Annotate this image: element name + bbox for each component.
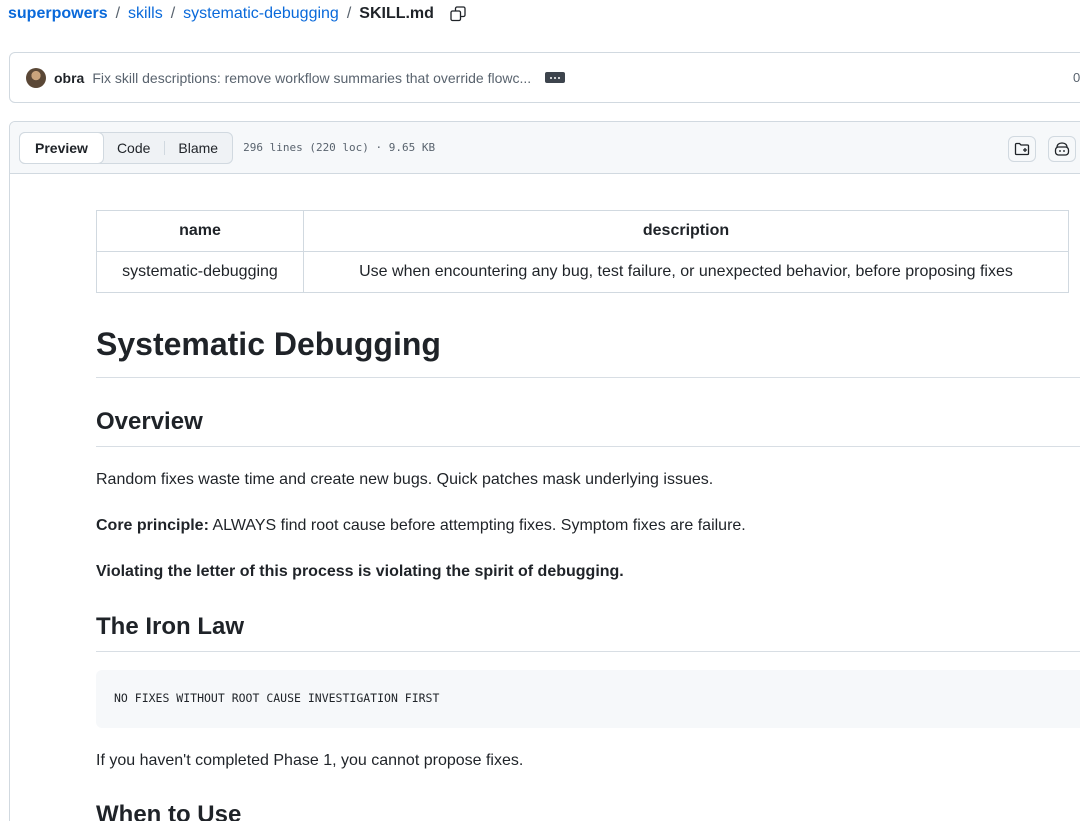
breadcrumb-repo-link[interactable]: superpowers: [8, 5, 108, 23]
core-principle-paragraph: Core principle: ALWAYS find root cause b…: [96, 514, 746, 538]
page-title: Systematic Debugging: [96, 326, 441, 362]
tab-preview[interactable]: Preview: [19, 131, 104, 164]
file-stats: 296 lines (220 loc) · 9.65 KB: [243, 141, 436, 154]
core-principle-label: Core principle:: [96, 517, 209, 534]
heading-divider: [96, 377, 1080, 378]
avatar[interactable]: [26, 67, 46, 88]
breadcrumb-skills-link[interactable]: skills: [128, 5, 163, 23]
breadcrumb: superpowers / skills / systematic-debugg…: [8, 3, 468, 25]
view-mode-switcher: Preview Code Blame: [19, 131, 234, 164]
table-cell: Use when encountering any bug, test fail…: [303, 251, 1069, 293]
heading-when-to-use: When to Use: [96, 801, 242, 821]
breadcrumb-separator: /: [346, 5, 352, 22]
violation-paragraph: Violating the letter of this process is …: [96, 563, 624, 580]
latest-commit-bar: obra Fix skill descriptions: remove work…: [9, 52, 1080, 103]
core-principle-text: ALWAYS find root cause before attempting…: [208, 517, 746, 534]
breadcrumb-folder-link[interactable]: systematic-debugging: [183, 5, 339, 23]
copy-path-button[interactable]: [448, 4, 468, 24]
phase-paragraph: If you haven't completed Phase 1, you ca…: [96, 752, 524, 769]
heading-divider: [96, 446, 1080, 447]
table-row: systematic-debugging Use when encounteri…: [96, 251, 1069, 293]
table-header-row: name description: [96, 210, 1069, 252]
frontmatter-table: name description systematic-debugging Us…: [96, 210, 1069, 293]
expand-commit-button[interactable]: [545, 72, 566, 83]
breadcrumb-current-file: SKILL.md: [359, 5, 434, 22]
file-viewer: Preview Code Blame 296 lines (220 loc) ·…: [9, 121, 1080, 821]
file-header: Preview Code Blame 296 lines (220 loc) ·…: [10, 122, 1080, 174]
commit-author-link[interactable]: obra: [54, 70, 84, 86]
table-header-cell: description: [303, 210, 1069, 252]
kebab-horizontal-icon: [550, 76, 553, 79]
code-text: NO FIXES WITHOUT ROOT CAUSE INVESTIGATIO…: [114, 691, 440, 705]
heading-overview: Overview: [96, 408, 203, 435]
code-block: NO FIXES WITHOUT ROOT CAUSE INVESTIGATIO…: [96, 670, 1080, 728]
table-cell: systematic-debugging: [96, 251, 304, 293]
heading-divider: [96, 651, 1080, 652]
heading-iron-law: The Iron Law: [96, 613, 245, 640]
breadcrumb-separator: /: [115, 5, 121, 22]
table-header-cell: name: [96, 210, 304, 252]
file-directory-open-icon: [1014, 142, 1030, 156]
copilot-button[interactable]: [1048, 136, 1076, 162]
open-directory-button[interactable]: [1008, 136, 1036, 162]
overview-paragraph: Random fixes waste time and create new b…: [96, 471, 714, 488]
copy-icon: [450, 6, 466, 22]
tab-blame[interactable]: Blame: [164, 133, 232, 163]
copilot-icon: [1054, 142, 1070, 156]
commit-message-link[interactable]: Fix skill descriptions: remove workflow …: [92, 70, 531, 86]
tab-code[interactable]: Code: [103, 133, 164, 163]
commit-time: 0: [1073, 70, 1080, 85]
breadcrumb-separator: /: [170, 5, 176, 22]
